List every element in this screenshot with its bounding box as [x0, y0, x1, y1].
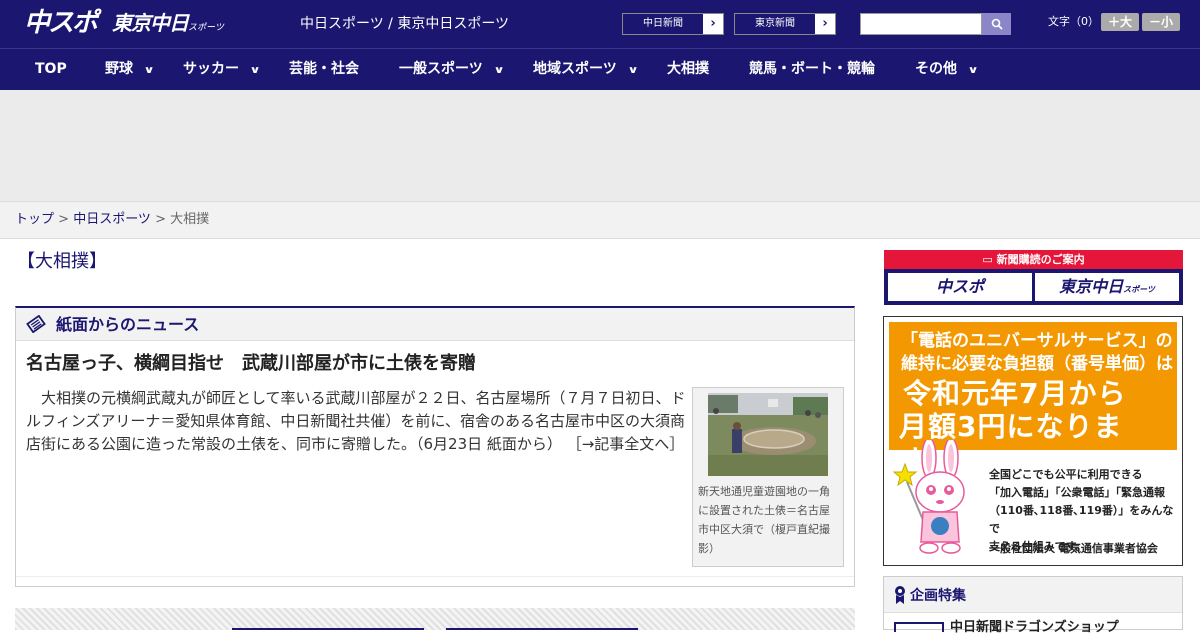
chuspo-logo[interactable]: 中スポ — [24, 8, 98, 38]
breadcrumb: トップ > 中日スポーツ > 大相撲 — [0, 201, 1200, 239]
ad-text-3: （110番､118番､119番）」をみんなで — [989, 504, 1174, 535]
read-more-link[interactable]: ［→記事全文へ］ — [567, 435, 685, 453]
special-features-box: 企画特集 中日新聞ドラゴンズショップ — [883, 576, 1183, 635]
breadcrumb-separator: > — [54, 212, 74, 227]
chevron-down-icon: ∨ — [967, 65, 979, 76]
nav-label: 野球 — [105, 61, 133, 77]
nav-item-racing[interactable]: 競馬・ボート・競輪 — [749, 49, 875, 90]
chevron-right-icon: › — [822, 16, 828, 31]
article-body: 大相撲の元横綱武蔵丸が師匠として率いる武蔵川部屋が２２日、名古屋場所（７月７日初… — [26, 387, 686, 456]
news-section-title: 紙面からのニュース — [56, 315, 200, 334]
site-name[interactable]: 中日スポーツ / 東京中日スポーツ — [300, 15, 509, 33]
subscribe-tokyo-text: 東京中日 — [1059, 277, 1124, 296]
news-section-header: 紙面からのニュース — [16, 308, 854, 341]
special-feature-link[interactable]: 中日新聞ドラゴンズショップ — [950, 620, 1119, 636]
special-features-title: 企画特集 — [910, 588, 966, 604]
ad-line-1: 「電話のユニバーサルサービス」の — [901, 331, 1173, 351]
ad-white-panel: 全国どこでも公平に利用できる 「加入電話」「公衆電話」「緊急通報 （110番､1… — [889, 440, 1177, 560]
nav-label: 一般スポーツ — [399, 61, 483, 77]
site-header: 中スポ 東京中日スポーツ 中日スポーツ / 東京中日スポーツ 中日新聞 › 東京… — [0, 0, 1200, 48]
ad-line-2: 維持に必要な負担額（番号単価）は — [901, 354, 1173, 374]
chevron-down-icon: ∨ — [627, 65, 639, 76]
nav-item-baseball[interactable]: 野球 ∨ — [105, 49, 155, 90]
nav-item-entertainment[interactable]: 芸能・社会 — [289, 49, 359, 90]
universal-service-ad-body: 「電話のユニバーサルサービス」の 維持に必要な負担額（番号単価）は 令和元年7月… — [889, 322, 1177, 560]
breadcrumb-section-link[interactable]: 中日スポーツ — [73, 212, 151, 227]
breadcrumb-separator: > — [150, 212, 171, 227]
page-title: 【大相撲】 — [17, 251, 107, 272]
search-button[interactable] — [982, 13, 1011, 35]
tokyo-shimbun-link[interactable]: 東京新聞 › — [734, 13, 836, 35]
search-icon — [991, 18, 1003, 30]
ad-organization: 一般社団法人 電気通信事業者協会 — [989, 542, 1158, 555]
news-section: 紙面からのニュース 名古屋っ子、横綱目指せ 武蔵川部屋が市に土俵を寄贈 大相撲の… — [15, 306, 855, 587]
subscribe-tokyo-small: スポーツ — [1123, 285, 1155, 294]
chevron-right-icon: › — [710, 16, 716, 31]
nav-item-top[interactable]: TOP — [35, 49, 67, 90]
subscribe-chuspo-button[interactable]: 中スポ — [888, 273, 1032, 301]
font-smaller-button[interactable]: －小 — [1142, 13, 1180, 31]
nav-label: 芸能・社会 — [289, 61, 359, 77]
top-ad-area — [0, 90, 1200, 201]
nav-item-general-sports[interactable]: 一般スポーツ ∨ — [399, 49, 505, 90]
newspaper-icon — [26, 315, 46, 333]
tokyo-logo-small: スポーツ — [188, 23, 224, 33]
chevron-down-icon: ∨ — [493, 65, 505, 76]
subscription-banner[interactable]: ▭ 新聞購読のご案内 中スポ 東京中日スポーツ — [884, 250, 1183, 305]
article-photo[interactable] — [708, 393, 828, 476]
nav-label: 競馬・ボート・競輪 — [749, 61, 875, 77]
ad-headline-1: 令和元年7月から — [903, 377, 1127, 410]
breadcrumb-top-link[interactable]: トップ — [15, 212, 54, 227]
nav-label: 大相撲 — [667, 61, 709, 77]
nav-label: TOP — [35, 61, 67, 77]
nav-label: サッカー — [183, 61, 239, 77]
subscription-banner-title: ▭ 新聞購読のご案内 — [884, 250, 1183, 269]
chevron-down-icon: ∨ — [143, 65, 155, 76]
ribbon-icon — [895, 586, 905, 604]
nav-item-soccer[interactable]: サッカー ∨ — [183, 49, 261, 90]
nav-label: 地域スポーツ — [533, 61, 617, 77]
nav-label: その他 — [915, 61, 957, 77]
shop-thumbnail[interactable] — [894, 622, 944, 632]
section-pattern-bar — [15, 608, 855, 630]
nav-item-local-sports[interactable]: 地域スポーツ ∨ — [533, 49, 639, 90]
search-input[interactable] — [860, 13, 982, 35]
photo-caption: 新天地通児童遊園地の一角に設置された土俵＝名古屋市中区大須で（榎戸直紀撮影） — [698, 485, 830, 555]
universal-service-ad[interactable]: 「電話のユニバーサルサービス」の 維持に必要な負担額（番号単価）は 令和元年7月… — [883, 316, 1183, 566]
chunichi-shimbun-link[interactable]: 中日新聞 › — [622, 13, 724, 35]
tokyo-chunichi-logo[interactable]: 東京中日スポーツ — [112, 10, 224, 41]
article-photo-box: 新天地通児童遊園地の一角に設置された土俵＝名古屋市中区大須で（榎戸直紀撮影） — [692, 387, 844, 567]
tokyo-logo-text: 東京中日 — [112, 11, 189, 35]
ad-text-2: 「加入電話」「公衆電話」「緊急通報 — [989, 486, 1165, 499]
breadcrumb-current: 大相撲 — [170, 212, 210, 227]
subscribe-tokyo-button[interactable]: 東京中日スポーツ — [1035, 273, 1179, 301]
main-nav: TOP 野球 ∨ サッカー ∨ 芸能・社会 一般スポーツ ∨ 地域スポーツ ∨ 大相撲 … — [0, 48, 1200, 90]
ad-text-1: 全国どこでも公平に利用できる — [989, 468, 1143, 481]
chunichi-shimbun-label: 中日新聞 — [623, 14, 703, 34]
article-title[interactable]: 名古屋っ子、横綱目指せ 武蔵川部屋が市に土俵を寄贈 — [26, 352, 476, 376]
nav-item-sumo[interactable]: 大相撲 — [667, 49, 709, 90]
special-features-header: 企画特集 — [884, 577, 1182, 613]
tokyo-shimbun-label: 東京新聞 — [735, 14, 815, 34]
font-size-label: 文字（0） — [1048, 15, 1099, 28]
chevron-down-icon: ∨ — [249, 65, 261, 76]
font-larger-button[interactable]: ＋大 — [1101, 13, 1139, 31]
rabbit-mascot-icon — [893, 440, 965, 554]
nav-item-others[interactable]: その他 ∨ — [915, 49, 979, 90]
newspaper-icon: ▭ — [982, 253, 997, 266]
news-section-footer — [16, 576, 854, 587]
subscription-title-text: 新聞購読のご案内 — [996, 253, 1085, 266]
